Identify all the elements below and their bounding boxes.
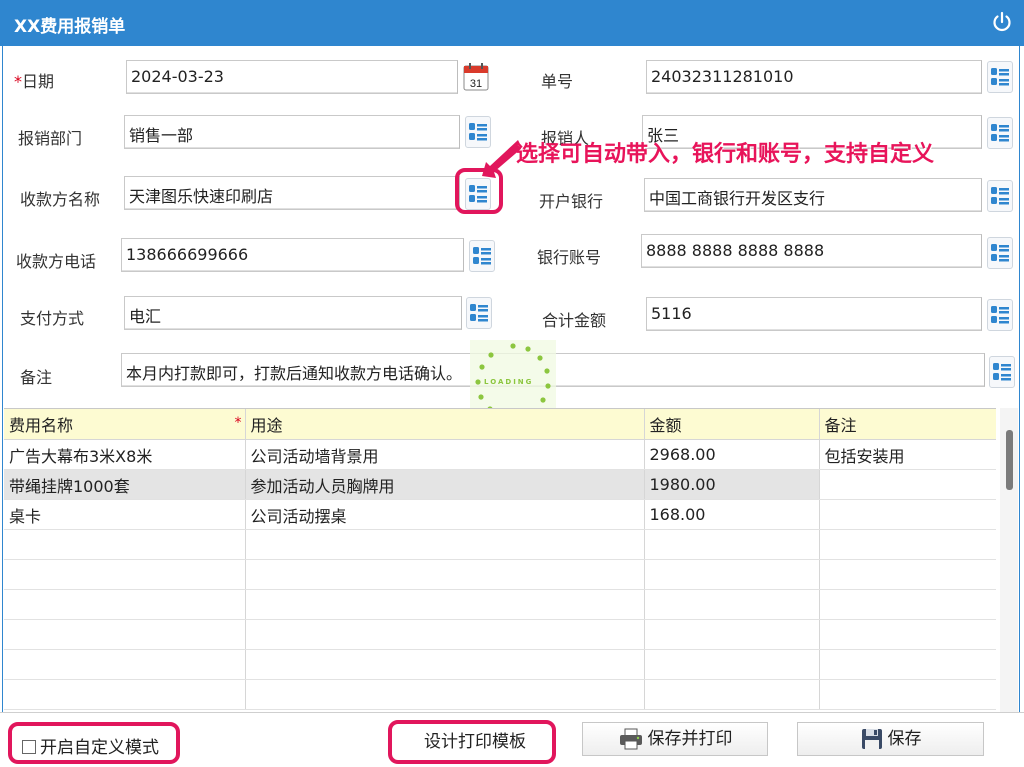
cell-remark[interactable] <box>819 469 996 500</box>
grid-scrollbar[interactable] <box>1000 408 1018 712</box>
cell-purpose[interactable] <box>245 679 645 710</box>
cell-amount[interactable]: 168.00 <box>644 499 820 530</box>
list-picker-icon[interactable] <box>987 180 1013 212</box>
table-row[interactable]: 桌卡 公司活动摆桌 168.00 <box>4 499 996 530</box>
cell-expense-name[interactable]: 带绳挂牌1000套 <box>4 469 246 500</box>
cell-purpose[interactable] <box>245 649 645 680</box>
power-icon[interactable] <box>990 10 1014 34</box>
cell-amount[interactable]: 2968.00 <box>644 439 820 470</box>
printer-icon <box>619 728 642 750</box>
cell-remark[interactable] <box>819 589 996 620</box>
cell-amount[interactable] <box>644 589 820 620</box>
list-picker-icon[interactable] <box>987 299 1013 331</box>
grid-header-row: 费用名称 * 用途 金额 备注 <box>4 409 996 440</box>
cell-expense-name[interactable] <box>4 589 246 620</box>
cell-expense-name[interactable]: 广告大幕布3米X8米 <box>4 439 246 470</box>
list-picker-icon[interactable] <box>469 240 495 272</box>
cell-purpose[interactable]: 参加活动人员胸牌用 <box>245 469 645 500</box>
cell-amount[interactable] <box>644 619 820 650</box>
date-label: *日期 <box>14 72 55 91</box>
cell-amount[interactable] <box>644 559 820 590</box>
cell-expense-name[interactable]: 桌卡 <box>4 499 246 530</box>
col-header-amount[interactable]: 金额 <box>644 409 820 440</box>
cell-purpose[interactable] <box>245 589 645 620</box>
cell-expense-name[interactable] <box>4 649 246 680</box>
cell-remark[interactable] <box>819 529 996 560</box>
save-and-print-label: 保存并打印 <box>647 729 733 749</box>
pay-method-field[interactable]: 电汇 <box>124 296 462 330</box>
cell-expense-name[interactable] <box>4 619 246 650</box>
number-label: 单号 <box>541 72 574 91</box>
department-field[interactable]: 销售一部 <box>124 115 460 149</box>
total-label: 合计金额 <box>542 311 607 330</box>
payee-phone-field[interactable]: 138666699666 <box>121 238 464 272</box>
cell-amount[interactable] <box>644 679 820 710</box>
total-field[interactable]: 5116 <box>646 297 982 331</box>
cell-amount[interactable]: 1980.00 <box>644 469 820 500</box>
grid-scrollbar-thumb[interactable] <box>1006 430 1013 490</box>
list-picker-icon[interactable] <box>466 297 492 329</box>
table-row[interactable] <box>4 559 996 590</box>
cell-remark[interactable] <box>819 559 996 590</box>
list-picker-icon[interactable] <box>987 237 1013 269</box>
cell-purpose[interactable]: 公司活动摆桌 <box>245 499 645 530</box>
department-label: 报销部门 <box>18 129 83 148</box>
save-button[interactable]: 保存 <box>797 722 984 756</box>
cell-expense-name[interactable] <box>4 559 246 590</box>
highlight-design-button <box>388 720 556 764</box>
svg-text:31: 31 <box>470 78 482 90</box>
cell-purpose[interactable] <box>245 559 645 590</box>
bank-field[interactable]: 中国工商银行开发区支行 <box>644 178 982 212</box>
payee-name-field[interactable]: 天津图乐快速印刷店 <box>124 176 460 210</box>
account-label: 银行账号 <box>537 248 602 267</box>
table-row[interactable]: 带绳挂牌1000套 参加活动人员胸牌用 1980.00 <box>4 469 996 500</box>
col-header-remark[interactable]: 备注 <box>819 409 996 440</box>
payee-name-label: 收款方名称 <box>20 190 101 209</box>
list-picker-icon[interactable] <box>989 356 1015 388</box>
remark-label: 备注 <box>20 368 53 387</box>
floppy-disk-icon <box>861 729 882 749</box>
cell-remark[interactable] <box>819 649 996 680</box>
calendar-icon[interactable]: 31 <box>462 60 490 94</box>
table-row[interactable]: 广告大幕布3米X8米 公司活动墙背景用 2968.00 包括安装用 <box>4 439 996 470</box>
pay-method-label: 支付方式 <box>20 309 85 328</box>
cell-remark[interactable]: 包括安装用 <box>819 439 996 470</box>
cell-purpose[interactable] <box>245 619 645 650</box>
bank-label: 开户银行 <box>539 192 604 211</box>
title-bar: XX费用报销单 <box>0 0 1024 46</box>
highlight-custom-mode <box>8 722 180 764</box>
loading-text: LOADING <box>484 378 534 386</box>
save-label: 保存 <box>887 729 922 749</box>
col-header-purpose[interactable]: 用途 <box>245 409 645 440</box>
cell-amount[interactable] <box>644 529 820 560</box>
col-header-expense-name[interactable]: 费用名称 * <box>4 409 246 440</box>
table-row[interactable] <box>4 529 996 560</box>
cell-remark[interactable] <box>819 619 996 650</box>
window-title: XX费用报销单 <box>14 17 126 37</box>
save-and-print-button[interactable]: 保存并打印 <box>582 722 768 756</box>
expense-grid: 费用名称 * 用途 金额 备注 广告大幕布3米X8米 公司活动墙背景用 2968.… <box>4 408 996 713</box>
table-row[interactable] <box>4 649 996 680</box>
cell-expense-name[interactable] <box>4 679 246 710</box>
list-picker-icon[interactable] <box>987 61 1013 93</box>
cell-amount[interactable] <box>644 649 820 680</box>
cell-purpose[interactable] <box>245 529 645 560</box>
cell-purpose[interactable]: 公司活动墙背景用 <box>245 439 645 470</box>
payee-phone-label: 收款方电话 <box>16 252 97 271</box>
account-field[interactable]: 8888 8888 8888 8888 <box>641 234 982 268</box>
date-field[interactable]: 2024-03-23 <box>126 60 458 94</box>
table-row[interactable] <box>4 619 996 650</box>
annotation-text: 选择可自动带入，银行和账号，支持自定义 <box>516 141 935 167</box>
number-field[interactable]: 24032311281010 <box>646 60 982 94</box>
list-picker-icon[interactable] <box>987 117 1013 149</box>
table-row[interactable] <box>4 679 996 710</box>
table-row[interactable] <box>4 589 996 620</box>
cell-remark[interactable] <box>819 679 996 710</box>
cell-remark[interactable] <box>819 499 996 530</box>
cell-expense-name[interactable] <box>4 529 246 560</box>
